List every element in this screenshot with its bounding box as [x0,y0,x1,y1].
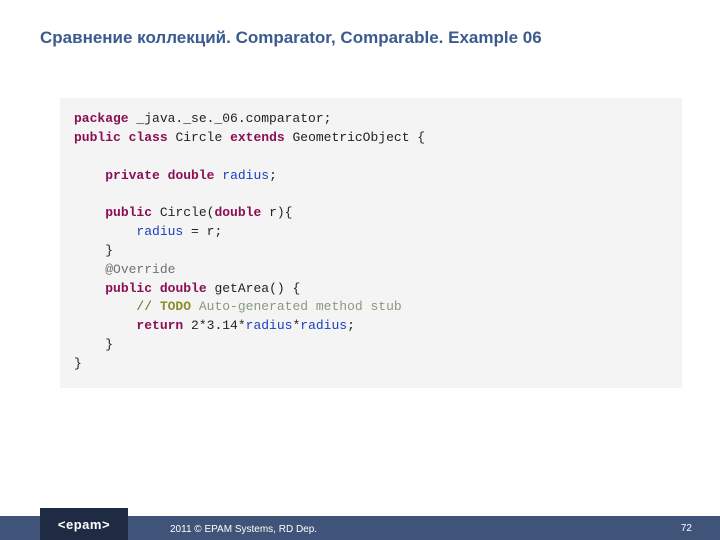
code-text: Circle( [152,205,214,220]
kw-double: double [160,281,207,296]
code-text: GeometricObject { [285,130,425,145]
comment-todo: TODO [160,299,191,314]
kw-return: return [136,318,183,333]
copyright-symbol: © [194,524,201,535]
footer-year: 2011 [170,524,194,535]
footer-org: EPAM Systems, RD Dep. [202,524,317,535]
code-text: r){ [261,205,292,220]
slide-title: Сравнение коллекций. Comparator, Compara… [40,28,542,48]
comment-text: Auto-generated method stub [191,299,402,314]
code-text: } [105,243,113,258]
code-text: } [105,337,113,352]
code-text: Circle [168,130,230,145]
code-text: 2*3.14* [183,318,245,333]
field-radius: radius [136,224,183,239]
annotation-override: @Override [105,262,175,277]
kw-double: double [168,168,215,183]
kw-public: public [105,281,152,296]
kw-package: package [74,111,129,126]
kw-class: class [129,130,168,145]
footer-copyright: 2011 © EPAM Systems, RD Dep. [170,524,317,535]
code-text: } [74,356,82,371]
code-text: ; [269,168,277,183]
kw-public: public [74,130,121,145]
kw-public: public [105,205,152,220]
kw-private: private [105,168,160,183]
page-number: 72 [681,523,692,534]
field-radius: radius [222,168,269,183]
code-text: getArea() { [207,281,301,296]
comment-prefix: // [136,299,159,314]
field-radius: radius [246,318,293,333]
code-text: = r; [183,224,222,239]
kw-double: double [214,205,261,220]
kw-extends: extends [230,130,285,145]
code-text: ; [347,318,355,333]
code-block: package _java._se._06.comparator; public… [60,98,682,388]
field-radius: radius [300,318,347,333]
code-text: _java._se._06.comparator; [129,111,332,126]
epam-logo: <epam> [40,508,128,540]
